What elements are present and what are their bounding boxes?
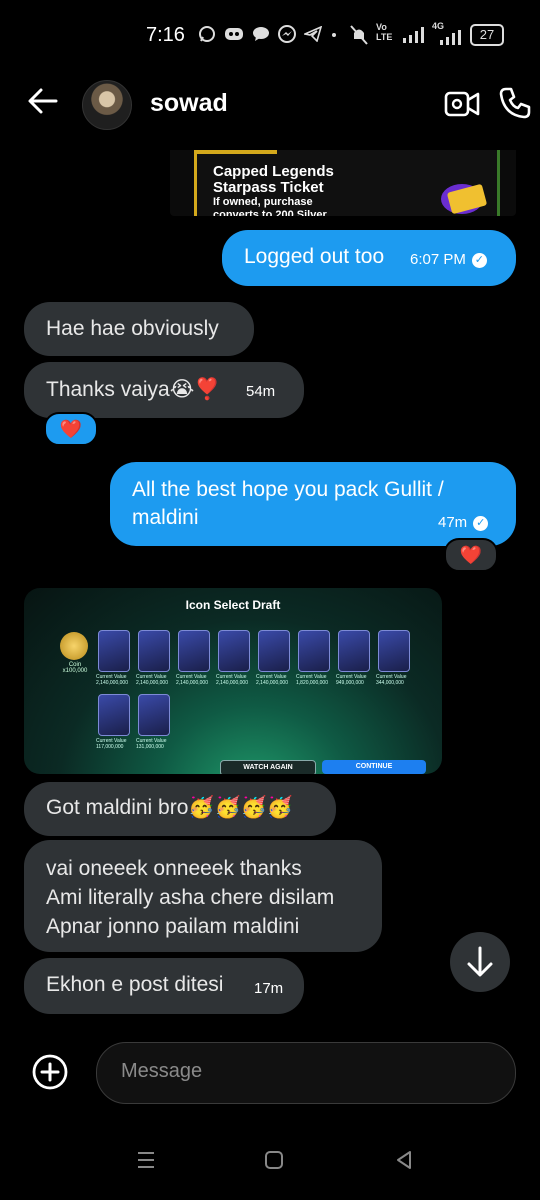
4g-signal-icon <box>440 30 461 45</box>
message-text: Thanks vaiya😭❣️ <box>46 378 221 401</box>
telegram-icon <box>304 26 322 42</box>
message-text: vai oneeek onneeek thanks Ami literally … <box>46 857 335 938</box>
reaction-badge[interactable]: ❤️ <box>44 412 98 446</box>
message-time: 47m ✓ <box>438 514 489 531</box>
starpass-card: Capped Legends Starpass Ticket If owned,… <box>194 150 500 216</box>
message-bubble-incoming[interactable]: Got maldini bro🥳🥳🥳🥳 <box>24 782 336 836</box>
avatar[interactable] <box>82 80 132 130</box>
arrow-left-icon[interactable] <box>26 84 60 118</box>
media-title: Icon Select Draft <box>185 598 281 612</box>
home-icon[interactable] <box>264 1150 284 1170</box>
player-card <box>258 630 290 672</box>
player-card <box>338 630 370 672</box>
image-attachment[interactable]: Icon Select Draft Coin x100,000 Current V… <box>24 588 442 774</box>
message-text: Got maldini bro🥳🥳🥳🥳 <box>46 796 293 819</box>
player-card <box>178 630 210 672</box>
read-check-icon: ✓ <box>473 515 489 531</box>
chat-icon <box>253 27 269 41</box>
coin-amount: x100,000 <box>62 668 88 674</box>
card-value: Current Value 2,140,000,000 <box>216 674 248 686</box>
scroll-to-bottom-button[interactable] <box>450 932 510 992</box>
heart-reaction: ❤️ <box>59 419 83 439</box>
plus-circle-icon[interactable] <box>30 1052 70 1092</box>
status-time: 7:16 <box>146 24 185 46</box>
player-card <box>138 694 170 736</box>
card-value: Current Value 344,000,000 <box>376 674 407 686</box>
message-bubble-incoming[interactable]: Hae hae obviously <box>24 302 254 356</box>
message-time: 17m <box>254 980 284 997</box>
message-text: Hae hae obviously <box>46 317 219 340</box>
notification-dot <box>332 33 336 37</box>
card-value: Current Value 2,140,000,000 <box>176 674 208 686</box>
message-composer[interactable] <box>96 1042 516 1104</box>
battery-indicator: 27 <box>470 24 504 46</box>
shared-post-preview[interactable]: Capped Legends Starpass Ticket If owned,… <box>170 150 516 216</box>
preview-title: Capped Legends Starpass Ticket <box>213 163 334 196</box>
message-time-text: 6:07 PM <box>410 251 466 268</box>
back-icon[interactable] <box>394 1150 414 1170</box>
player-card <box>138 630 170 672</box>
card-value: Current Value 117,000,000 <box>96 738 127 750</box>
message-bubble-outgoing[interactable]: All the best hope you pack Gullit / mald… <box>110 462 516 546</box>
message-time-text: 47m <box>438 514 468 531</box>
message-time: 6:07 PM ✓ <box>410 251 487 268</box>
card-value: Current Value 949,000,000 <box>336 674 367 686</box>
coin-icon <box>60 632 88 660</box>
card-value: Current Value 2,140,000,000 <box>256 674 288 686</box>
card-accent <box>197 150 277 154</box>
player-card <box>98 694 130 736</box>
card-value: Current Value 131,000,000 <box>136 738 167 750</box>
message-text: Logged out too <box>244 245 385 268</box>
player-card <box>378 630 410 672</box>
phone-call-icon[interactable] <box>498 86 532 120</box>
whatsapp-icon <box>199 26 215 42</box>
card-value: Current Value 2,140,000,000 <box>96 674 128 686</box>
card-value: Current Value 2,140,000,000 <box>136 674 168 686</box>
player-card <box>218 630 250 672</box>
message-time: 54m <box>246 383 276 400</box>
contact-name[interactable]: sowad <box>150 89 228 118</box>
signal-icon <box>403 27 424 43</box>
player-card <box>98 630 130 672</box>
video-call-icon[interactable] <box>444 88 480 120</box>
mute-icon <box>350 25 368 45</box>
continue-button[interactable]: CONTINUE <box>322 760 426 774</box>
message-input[interactable] <box>119 1059 483 1084</box>
message-bubble-incoming[interactable]: Thanks vaiya😭❣️ 54m <box>24 362 304 418</box>
menu-icon[interactable] <box>136 1150 156 1170</box>
arrow-down-icon <box>467 946 493 977</box>
message-bubble-incoming[interactable]: Ekhon e post ditesi 17m <box>24 958 304 1014</box>
status-bar: 7:16 Vo LTE 4G 27 <box>0 0 540 72</box>
message-bubble-outgoing[interactable]: Logged out too 6:07 PM ✓ <box>222 230 516 286</box>
message-text: Ekhon e post ditesi <box>46 973 224 996</box>
read-check-icon: ✓ <box>471 252 487 268</box>
reaction-badge[interactable]: ❤️ <box>444 538 498 572</box>
preview-subtitle: If owned, purchase converts to 200 Silve… <box>213 196 327 216</box>
player-card <box>298 630 330 672</box>
coin-label: Coin x100,000 <box>62 662 88 674</box>
discord-icon <box>225 28 243 40</box>
heart-reaction: ❤️ <box>459 545 483 565</box>
card-value: Current Value 1,820,000,000 <box>296 674 328 686</box>
messenger-icon <box>278 25 296 43</box>
message-bubble-incoming[interactable]: vai oneeek onneeek thanks Ami literally … <box>24 840 382 952</box>
volte-label: Vo LTE <box>376 22 393 42</box>
watch-again-button[interactable]: WATCH AGAIN <box>220 760 316 774</box>
